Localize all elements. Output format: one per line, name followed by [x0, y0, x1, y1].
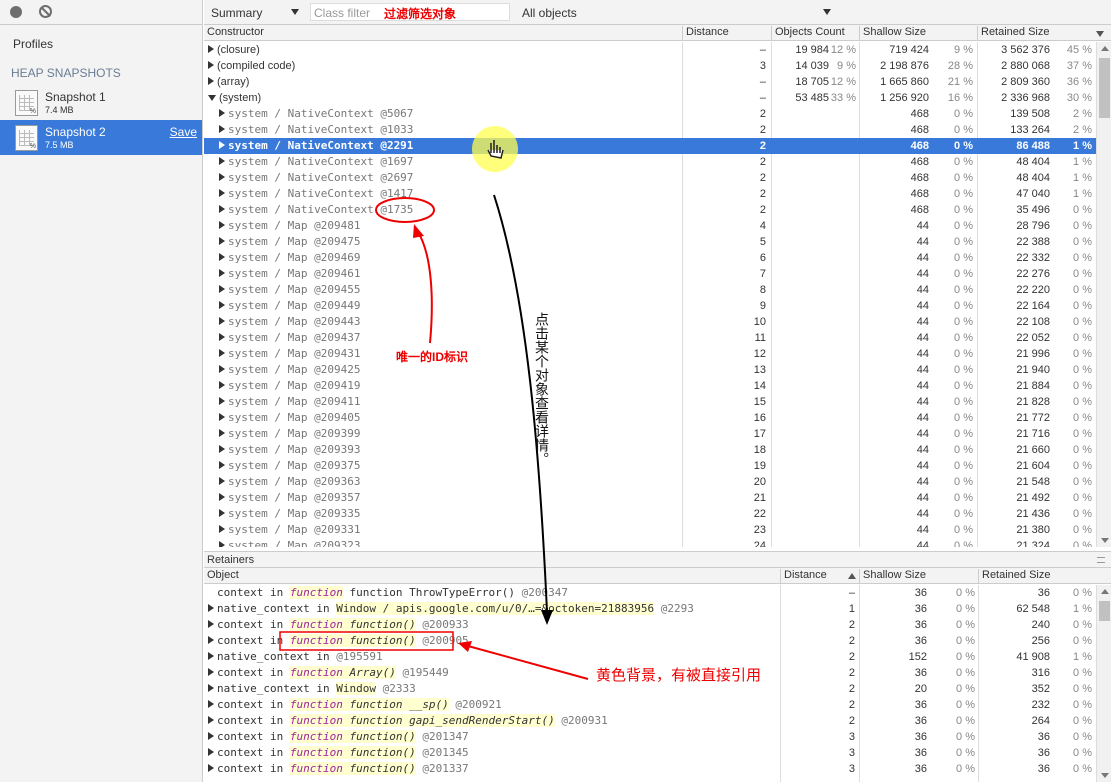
- unique-id-annotation: 唯一的ID标识: [396, 350, 469, 364]
- function-box: [279, 631, 454, 651]
- annotation-overlay: [279, 140, 589, 680]
- id-circle: [375, 197, 435, 223]
- yellow-bg-annotation: 黄色背景，有被直接引用: [596, 667, 762, 684]
- yellow-arrow: [467, 645, 589, 680]
- click-detail-annotation: 点击某个对象查看详情。: [533, 312, 549, 466]
- hand-cursor-icon: [487, 140, 504, 159]
- id-arrow: [417, 231, 433, 344]
